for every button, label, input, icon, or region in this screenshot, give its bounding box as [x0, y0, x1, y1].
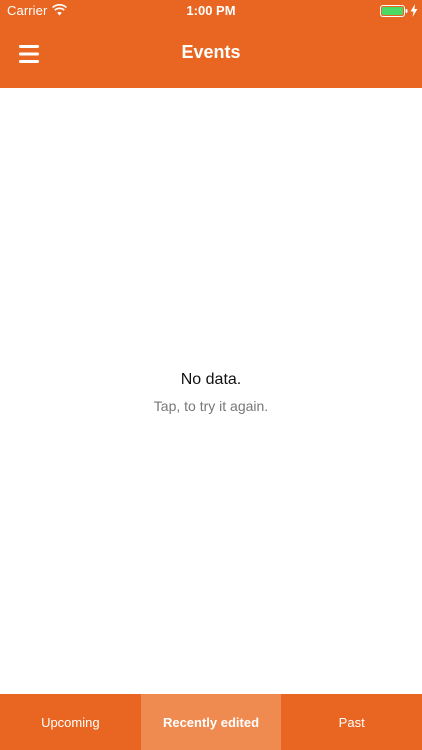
battery-icon [380, 5, 408, 17]
status-bar: Carrier 1:00 PM [0, 0, 422, 22]
tab-label: Recently edited [162, 714, 260, 730]
empty-state-title: No data. [180, 371, 242, 388]
empty-state-subtitle: Tap, to try it again. [153, 398, 269, 414]
top-bar: Carrier 1:00 PM Events [0, 0, 422, 88]
bottom-tab-bar: Upcoming Recently edited Past [0, 694, 422, 750]
tab-label: Upcoming [41, 714, 100, 730]
tab-label: Past [338, 714, 365, 730]
navigation-bar: Events [0, 22, 422, 88]
content-area: No data. Tap, to try it again. [0, 88, 422, 694]
empty-state-retry[interactable]: No data. Tap, to try it again. [0, 368, 422, 416]
status-time: 1:00 PM [186, 3, 236, 18]
page-title: Events [181, 42, 241, 62]
tab-past[interactable]: Past [281, 694, 422, 750]
tab-upcoming[interactable]: Upcoming [0, 694, 141, 750]
charging-bolt-icon [410, 4, 418, 17]
tab-recently-edited[interactable]: Recently edited [140, 694, 282, 750]
